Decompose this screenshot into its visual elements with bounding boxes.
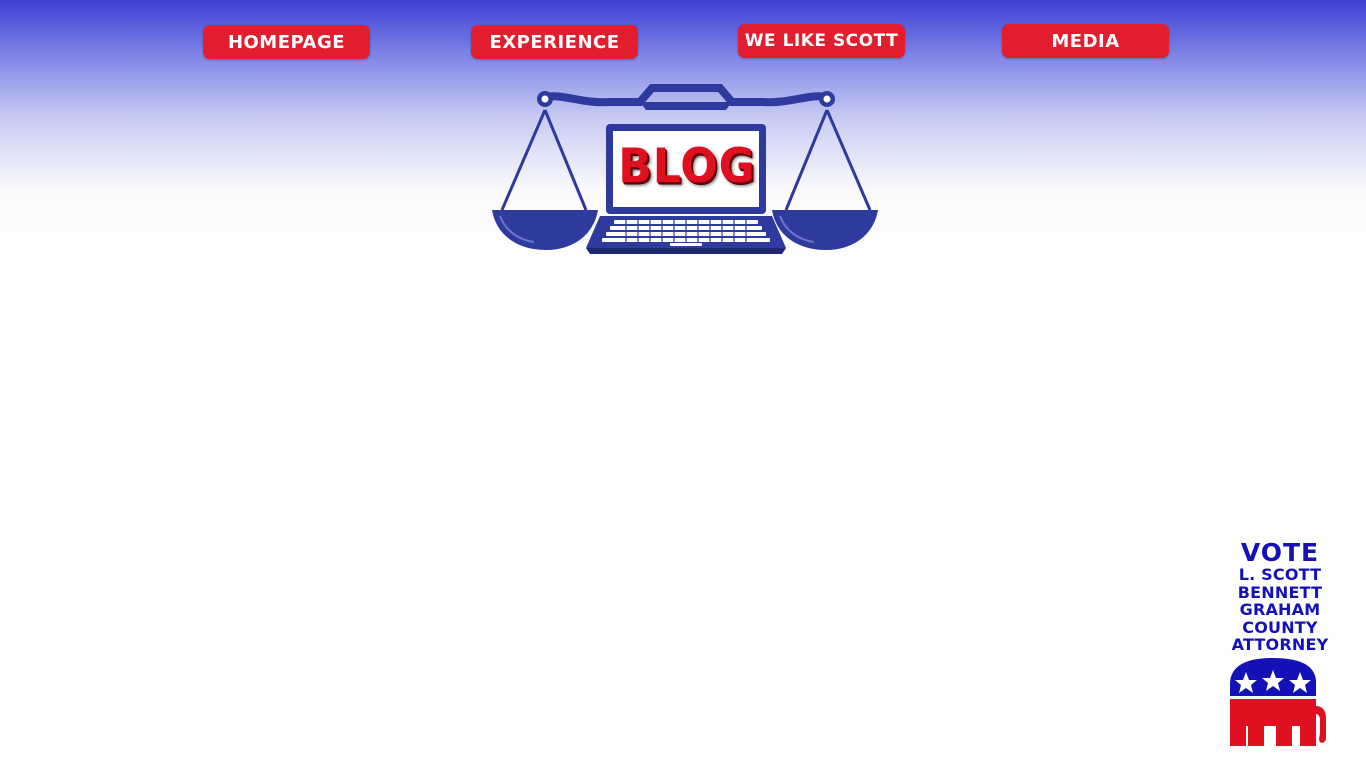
blog-logo: BLOG	[490, 84, 882, 260]
nav-experience-button[interactable]: EXPERIENCE	[471, 25, 638, 59]
campaign-line-county-word: COUNTY	[1242, 617, 1318, 637]
campaign-line-office: ATTORNEY	[1231, 635, 1329, 654]
vote-heading: VOTE	[1240, 538, 1320, 567]
nav-homepage-button[interactable]: HOMEPAGE	[203, 25, 370, 59]
blog-logo-text: BLOG	[618, 138, 756, 194]
campaign-badge: VOTE L. SCOTT BENNETT GRAHAM COUNTY ATTO…	[1222, 540, 1338, 752]
campaign-line-surname: BENNETT	[1237, 582, 1323, 602]
campaign-line-name: L. SCOTT	[1238, 565, 1322, 584]
nav-media-button[interactable]: MEDIA	[1002, 24, 1169, 58]
republican-elephant-icon	[1230, 658, 1326, 746]
nav-we-like-scott-button[interactable]: WE LIKE SCOTT	[738, 24, 905, 58]
campaign-line-county: GRAHAM	[1239, 600, 1321, 619]
